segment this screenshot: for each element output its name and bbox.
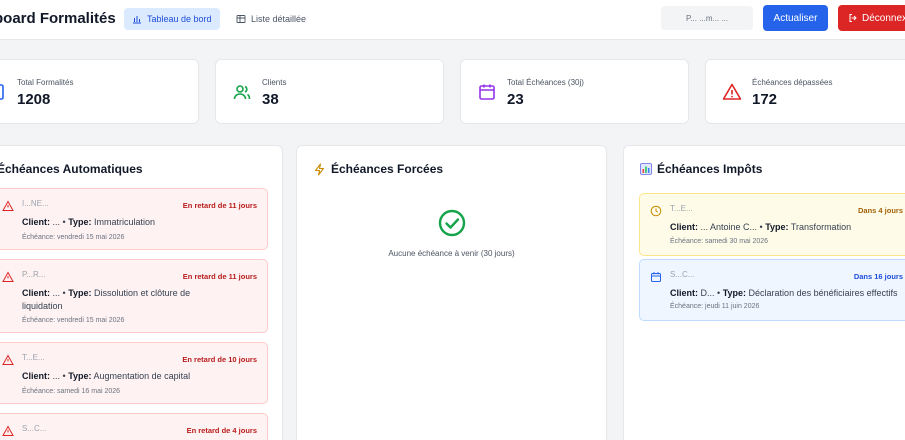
status-badge: En retard de 11 jours xyxy=(182,272,257,281)
status-badge: Dans 4 jours xyxy=(857,206,903,215)
status-badge: En retard de 11 jours xyxy=(182,201,257,210)
app-title: board Formalités xyxy=(0,10,116,27)
empty-state-text: Aucune échéance à venir (30 jours) xyxy=(388,249,515,258)
list-item[interactable]: T...E... En retard de 10 jours Client: .… xyxy=(0,342,268,404)
stat-value: 1208 xyxy=(17,91,51,108)
top-bar: board Formalités Tableau de bord Liste d… xyxy=(0,0,905,40)
panel-title: Échéances Impôts xyxy=(640,162,762,176)
stat-value: 38 xyxy=(262,91,279,108)
item-name: S...C... xyxy=(670,270,695,279)
tab-detailed-list[interactable]: Liste détaillée xyxy=(228,8,314,30)
stat-card-echeances-depassees: Échéances dépassées 172 xyxy=(705,59,905,124)
user-chip: P... ...m... ... xyxy=(661,6,753,30)
stat-card-total-formalites: Total Formalités 1208 xyxy=(0,59,199,124)
tab-dashboard[interactable]: Tableau de bord xyxy=(124,8,220,30)
warning-icon xyxy=(722,83,742,100)
refresh-button[interactable]: Actualiser xyxy=(763,5,828,31)
list-item[interactable]: S...C... Dans 16 jours Client: D... • Ty… xyxy=(639,259,905,321)
item-date: Échéance: samedi 16 mai 2026 xyxy=(22,388,121,395)
lightning-icon xyxy=(314,162,325,176)
panel-title-text: Échéances Forcées xyxy=(331,162,444,176)
item-details: Client: D... • Type: Déclaration des bén… xyxy=(670,288,898,298)
item-name: I...NE... xyxy=(22,199,49,208)
warning-icon xyxy=(2,200,14,211)
panel-title-text: Échéances Impôts xyxy=(657,162,763,176)
item-name: T...E... xyxy=(670,204,693,213)
warning-icon xyxy=(2,271,14,282)
item-name: T...E... xyxy=(22,353,45,362)
bar-chart-icon xyxy=(133,16,141,24)
clock-icon xyxy=(650,205,662,217)
panel-title: Échéances Automatiques xyxy=(0,162,143,176)
stat-value: 172 xyxy=(752,91,778,108)
item-details: Client: ... • Type: Immatriculation xyxy=(22,217,156,227)
panel-echeances-impots: Échéances Impôts T...E... Dans 4 jours C… xyxy=(623,145,905,440)
table-icon xyxy=(236,15,246,23)
item-details: Client: ... • Type: Dissolution et clôtu… xyxy=(22,288,191,311)
item-date: Échéance: samedi 30 mai 2026 xyxy=(670,238,769,245)
item-details: Client: ... Antoine C... • Type: Transfo… xyxy=(670,222,852,232)
document-icon xyxy=(0,84,4,100)
warning-icon xyxy=(2,354,14,365)
logout-button[interactable]: Déconnex xyxy=(838,5,905,31)
stat-card-clients: Clients 38 xyxy=(215,59,444,124)
list-item[interactable]: P...R... En retard de 11 jours Client: .… xyxy=(0,259,268,333)
logout-label: Déconnex xyxy=(862,12,905,24)
item-date: Échéance: vendredi 15 mai 2026 xyxy=(22,317,125,324)
users-icon xyxy=(233,85,251,100)
list-item[interactable]: I...NE... En retard de 11 jours Client: … xyxy=(0,188,268,250)
stat-value: 23 xyxy=(507,91,524,108)
stat-label: Total Échéances (30j) xyxy=(507,78,584,87)
panel-title: Échéances Forcées xyxy=(313,162,443,176)
status-badge: En retard de 10 jours xyxy=(182,355,257,364)
bar-chart-icon xyxy=(640,163,652,175)
panel-echeances-forcees: Échéances Forcées Aucune échéance à veni… xyxy=(296,145,607,440)
logout-icon xyxy=(849,14,857,22)
item-details: Client: ... • Type: Augmentation de capi… xyxy=(22,371,191,381)
status-badge: Dans 16 jours xyxy=(853,272,903,281)
item-date: Échéance: jeudi 11 juin 2026 xyxy=(670,303,760,310)
panel-echeances-automatiques: Échéances Automatiques I...NE... En reta… xyxy=(0,145,283,440)
item-name: P...R... xyxy=(22,270,46,279)
tab-detailed-list-label: Liste détaillée xyxy=(251,14,307,24)
tab-dashboard-label: Tableau de bord xyxy=(147,14,212,24)
item-name: S...C... xyxy=(22,424,47,433)
stat-label: Échéances dépassées xyxy=(752,78,833,87)
item-date: Échéance: vendredi 15 mai 2026 xyxy=(22,234,125,241)
stat-card-total-echeances: Total Échéances (30j) 23 xyxy=(460,59,689,124)
stat-label: Total Formalités xyxy=(17,78,74,87)
calendar-icon xyxy=(651,272,661,282)
list-item[interactable]: T...E... Dans 4 jours Client: ... Antoin… xyxy=(639,193,905,256)
check-circle-icon xyxy=(438,209,465,237)
stat-label: Clients xyxy=(262,78,287,87)
panel-title-text: Échéances Automatiques xyxy=(0,162,143,176)
calendar-icon xyxy=(479,84,495,100)
warning-icon xyxy=(2,425,14,436)
status-badge: En retard de 4 jours xyxy=(186,426,257,435)
list-item[interactable]: S...C... En retard de 4 jours xyxy=(0,413,268,440)
empty-state: Aucune échéance à venir (30 jours) xyxy=(297,208,606,258)
